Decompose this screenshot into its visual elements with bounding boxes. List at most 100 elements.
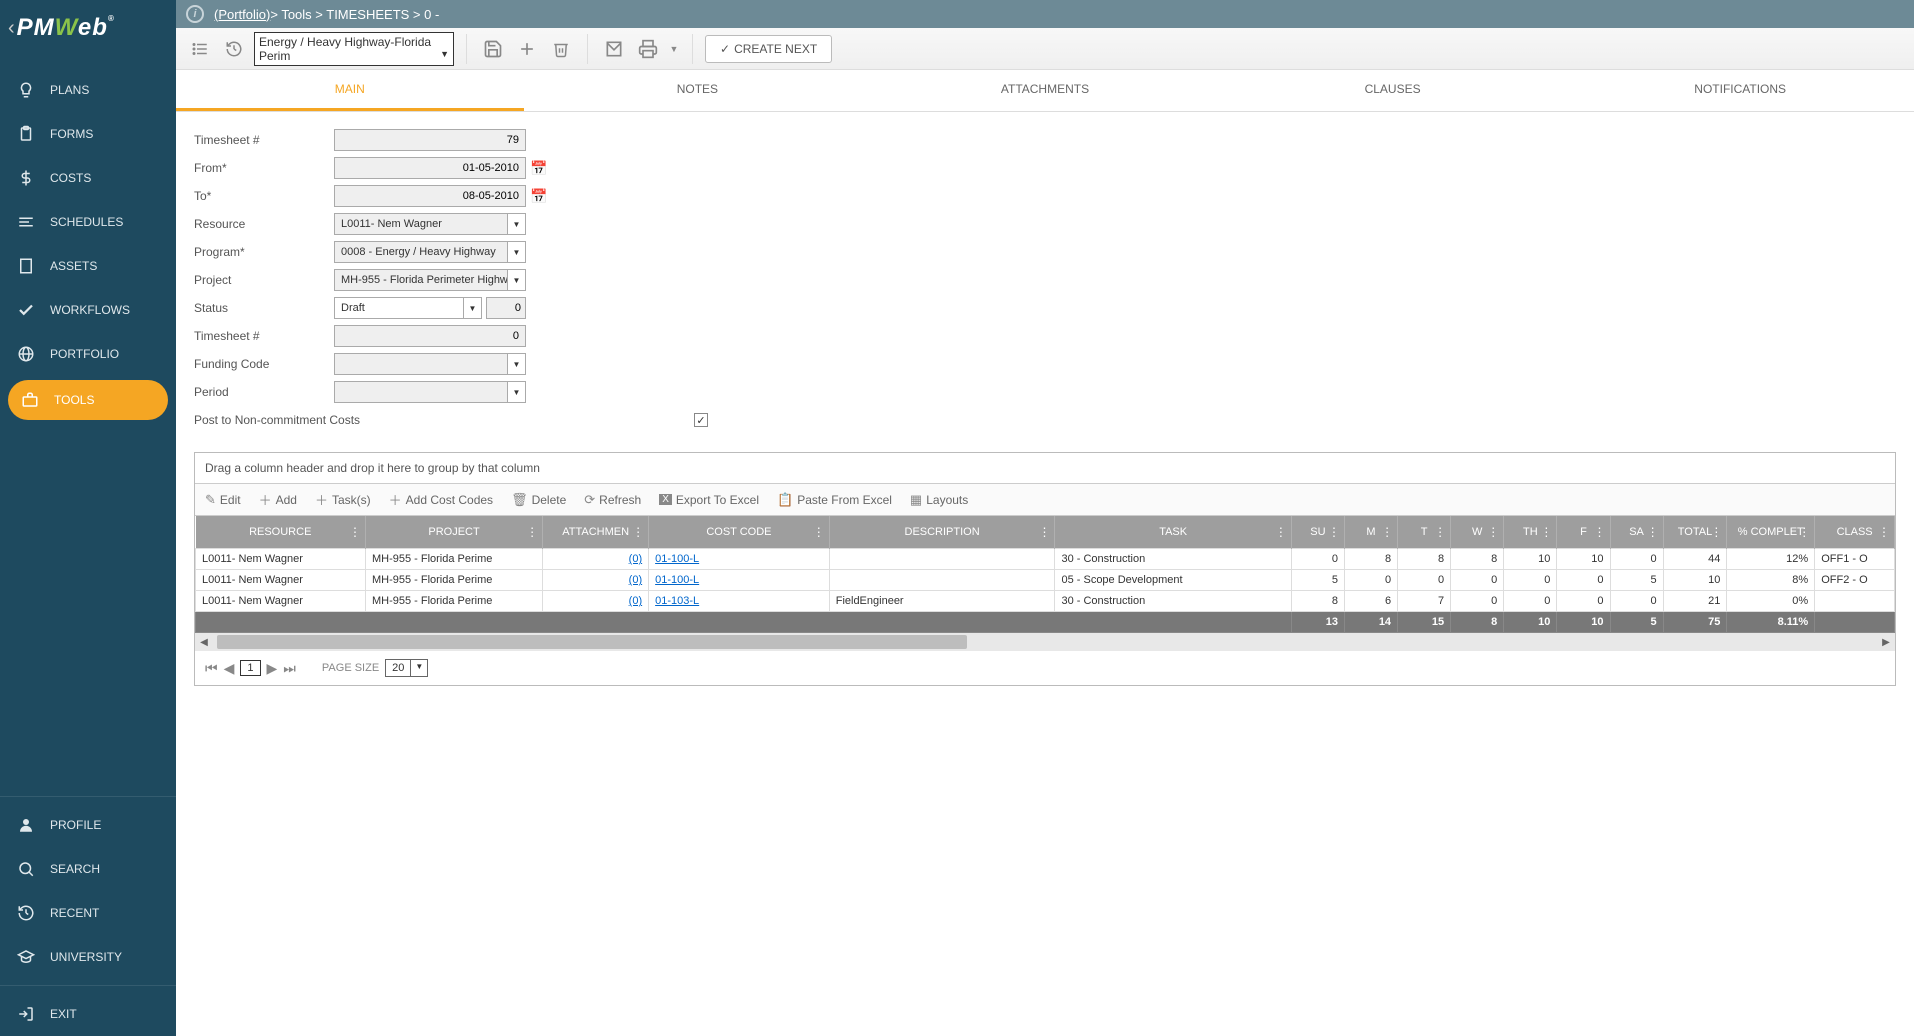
scroll-left-icon[interactable]: ◀ (195, 637, 213, 648)
print-dropdown-icon[interactable]: ▼ (668, 35, 680, 63)
chevron-down-icon[interactable]: ▼ (507, 214, 525, 234)
col-description[interactable]: DESCRIPTION⋮ (829, 516, 1055, 549)
col-project[interactable]: PROJECT⋮ (365, 516, 542, 549)
col-menu-icon[interactable]: ⋮ (813, 525, 825, 539)
tab-notifications[interactable]: NOTIFICATIONS (1566, 70, 1914, 111)
nav-item-profile[interactable]: PROFILE (0, 803, 176, 847)
calendar-icon[interactable]: 📅 (530, 188, 546, 205)
history-icon[interactable] (220, 35, 248, 63)
col-th[interactable]: TH⋮ (1504, 516, 1557, 549)
grid-tasks-button[interactable]: ＋Task(s) (315, 490, 371, 509)
col-menu-icon[interactable]: ⋮ (1878, 525, 1890, 539)
nav-item-portfolio[interactable]: PORTFOLIO (0, 332, 176, 376)
tab-main[interactable]: MAIN (176, 70, 524, 111)
dd-funding[interactable]: ▼ (334, 353, 526, 375)
col-menu-icon[interactable]: ⋮ (1038, 525, 1050, 539)
col-task[interactable]: TASK⋮ (1055, 516, 1291, 549)
nav-item-plans[interactable]: PLANS (0, 68, 176, 112)
grid-add-button[interactable]: ＋Add (259, 490, 297, 509)
attachment-link[interactable]: (0) (629, 574, 642, 586)
create-next-button[interactable]: ✓ CREATE NEXT (705, 35, 832, 63)
col-menu-icon[interactable]: ⋮ (1594, 525, 1606, 539)
col-complet[interactable]: % COMPLET⋮ (1727, 516, 1815, 549)
chevron-down-icon[interactable]: ▼ (410, 660, 427, 676)
chevron-down-icon[interactable]: ▼ (507, 242, 525, 262)
input-from[interactable] (334, 157, 526, 179)
pager-next-icon[interactable]: ▶ (267, 660, 278, 677)
delete-icon[interactable] (547, 35, 575, 63)
grid-hscroll[interactable]: ◀ ▶ (195, 633, 1895, 651)
grid-edit-button[interactable]: ✎Edit (205, 492, 241, 508)
attachment-link[interactable]: (0) (629, 595, 642, 607)
col-resource[interactable]: RESOURCE⋮ (196, 516, 366, 549)
nav-item-search[interactable]: SEARCH (0, 847, 176, 891)
col-menu-icon[interactable]: ⋮ (1647, 525, 1659, 539)
nav-item-workflows[interactable]: WORKFLOWS (0, 288, 176, 332)
grid-layouts-button[interactable]: ▦Layouts (910, 492, 968, 508)
chevron-down-icon[interactable]: ▼ (507, 354, 525, 374)
nav-item-tools[interactable]: TOOLS (8, 380, 168, 420)
checkbox-post[interactable]: ✓ (694, 413, 708, 427)
col-menu-icon[interactable]: ⋮ (1434, 525, 1446, 539)
save-icon[interactable] (479, 35, 507, 63)
col-menu-icon[interactable]: ⋮ (1798, 525, 1810, 539)
table-row[interactable]: L0011- Nem WagnerMH-955 - Florida Perime… (196, 570, 1895, 591)
scroll-right-icon[interactable]: ▶ (1877, 637, 1895, 648)
col-class[interactable]: CLASS⋮ (1815, 516, 1895, 549)
col-t[interactable]: T⋮ (1398, 516, 1451, 549)
pager-first-icon[interactable]: ⏮ (205, 660, 218, 677)
col-menu-icon[interactable]: ⋮ (1381, 525, 1393, 539)
grid-excel-button[interactable]: XExport To Excel (659, 493, 759, 507)
grid-addcc-button[interactable]: ＋Add Cost Codes (389, 490, 493, 509)
table-row[interactable]: L0011- Nem WagnerMH-955 - Florida Perime… (196, 591, 1895, 612)
chevron-down-icon[interactable]: ▼ (507, 382, 525, 402)
dd-project[interactable]: MH-955 - Florida Perimeter Highway▼ (334, 269, 526, 291)
col-menu-icon[interactable]: ⋮ (526, 525, 538, 539)
nav-item-schedules[interactable]: SCHEDULES (0, 200, 176, 244)
tab-attachments[interactable]: ATTACHMENTS (871, 70, 1219, 111)
tab-clauses[interactable]: CLAUSES (1219, 70, 1567, 111)
col-costcode[interactable]: COST CODE⋮ (649, 516, 830, 549)
col-su[interactable]: SU⋮ (1291, 516, 1344, 549)
mail-icon[interactable] (600, 35, 628, 63)
dd-resource[interactable]: L0011- Nem Wagner▼ (334, 213, 526, 235)
grid-paste-button[interactable]: 📋Paste From Excel (777, 492, 892, 508)
col-menu-icon[interactable]: ⋮ (632, 525, 644, 539)
input-timesheet-no[interactable] (334, 129, 526, 151)
col-total[interactable]: TOTAL⋮ (1663, 516, 1727, 549)
col-f[interactable]: F⋮ (1557, 516, 1610, 549)
grid-group-drop[interactable]: Drag a column header and drop it here to… (195, 453, 1895, 484)
chevron-down-icon[interactable]: ▼ (507, 270, 525, 290)
pager-size-select[interactable]: 20▼ (385, 659, 428, 677)
print-icon[interactable] (634, 35, 662, 63)
dd-period[interactable]: ▼ (334, 381, 526, 403)
col-m[interactable]: M⋮ (1344, 516, 1397, 549)
col-menu-icon[interactable]: ⋮ (349, 525, 361, 539)
nav-item-university[interactable]: UNIVERSITY (0, 935, 176, 979)
breadcrumb-portfolio[interactable]: (Portfolio) (214, 7, 270, 22)
dd-program[interactable]: 0008 - Energy / Heavy Highway▼ (334, 241, 526, 263)
scroll-thumb[interactable] (217, 635, 967, 649)
costcode-link[interactable]: 01-103-L (655, 595, 699, 607)
tab-notes[interactable]: NOTES (524, 70, 872, 111)
list-icon[interactable] (186, 35, 214, 63)
nav-item-recent[interactable]: RECENT (0, 891, 176, 935)
nav-item-assets[interactable]: ASSETS (0, 244, 176, 288)
table-row[interactable]: L0011- Nem WagnerMH-955 - Florida Perime… (196, 549, 1895, 570)
col-menu-icon[interactable]: ⋮ (1328, 525, 1340, 539)
attachment-link[interactable]: (0) (629, 553, 642, 565)
project-selector[interactable]: Energy / Heavy Highway-Florida Perim (254, 32, 454, 66)
nav-item-costs[interactable]: COSTS (0, 156, 176, 200)
costcode-link[interactable]: 01-100-L (655, 553, 699, 565)
info-icon[interactable]: i (186, 5, 204, 23)
col-menu-icon[interactable]: ⋮ (1487, 525, 1499, 539)
input-to[interactable] (334, 185, 526, 207)
nav-item-forms[interactable]: FORMS (0, 112, 176, 156)
costcode-link[interactable]: 01-100-L (655, 574, 699, 586)
col-w[interactable]: W⋮ (1451, 516, 1504, 549)
input-timesheet-no2[interactable] (334, 325, 526, 347)
grid-refresh-button[interactable]: ⟳Refresh (584, 492, 641, 508)
chevron-down-icon[interactable]: ▼ (463, 298, 481, 318)
col-menu-icon[interactable]: ⋮ (1540, 525, 1552, 539)
col-menu-icon[interactable]: ⋮ (1275, 525, 1287, 539)
